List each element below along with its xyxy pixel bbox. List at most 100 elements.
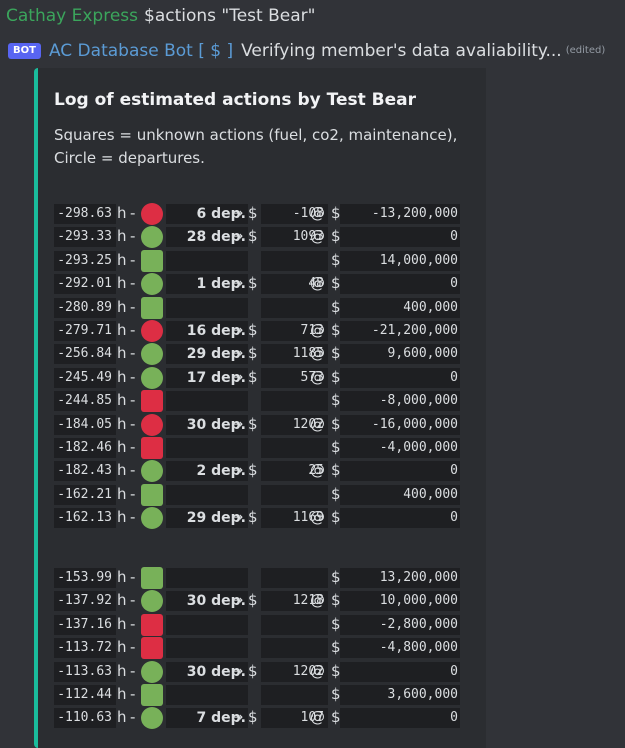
departure-count: [166, 391, 248, 412]
dollar-sign: $: [248, 204, 258, 222]
departure-number: 1: [196, 276, 207, 293]
dollar-sign: $: [248, 661, 258, 680]
dollar-sign: $: [248, 591, 258, 610]
separator-dash: -: [130, 708, 136, 727]
separator-dash: -: [130, 227, 136, 246]
hours-value: -162.21: [54, 484, 116, 505]
green-circle-icon: [141, 273, 163, 296]
at-sign: @: [310, 708, 325, 727]
separator-dash: -: [130, 568, 136, 586]
departure-number: 30: [186, 593, 207, 610]
at-sign: @: [310, 414, 325, 433]
hours-unit: h: [117, 344, 127, 363]
bot-badge: BOT: [8, 43, 41, 59]
separator-dash: -: [130, 414, 136, 433]
amount-value: 10,000,000: [340, 591, 460, 612]
hours-value: -113.72: [54, 638, 116, 659]
departure-number: 30: [186, 663, 207, 680]
departure-number: 2: [196, 463, 207, 480]
price-value: [261, 568, 328, 588]
dollar-sign: $: [248, 344, 258, 363]
separator-dash: -: [130, 367, 136, 386]
dollar-sign: $: [248, 227, 258, 246]
command-line: Cathay Express $actions "Test Bear": [6, 5, 315, 27]
red-square-icon: [141, 436, 163, 459]
at-sign: @: [310, 591, 325, 610]
dollar-sign: $: [248, 508, 258, 527]
hours-value: -110.63: [54, 708, 116, 729]
green-square-icon: [141, 296, 163, 319]
hours-value: -244.85: [54, 391, 116, 412]
amount-value: -2,800,000: [340, 614, 460, 635]
amount-value: 14,000,000: [340, 250, 460, 271]
arrow-icon: →: [233, 206, 244, 220]
embed-card: Log of estimated actions by Test Bear Sq…: [34, 68, 486, 748]
separator-dash: -: [130, 437, 136, 456]
arrow-icon: →: [233, 710, 244, 725]
hours-value: -184.05: [54, 414, 116, 435]
arrow-icon: →: [233, 276, 244, 291]
separator-dash: -: [130, 250, 136, 269]
price-value: [261, 638, 328, 659]
amount-value: -16,000,000: [340, 414, 460, 435]
departure-count: [166, 484, 248, 505]
red-circle-icon: [141, 203, 163, 225]
description-line: Circle = departures.: [54, 149, 205, 167]
hours-value: -298.63: [54, 204, 116, 224]
amount-value: 0: [340, 227, 460, 248]
separator-dash: -: [130, 461, 136, 480]
separator-dash: -: [130, 320, 136, 339]
at-sign: @: [310, 274, 325, 293]
amount-value: 9,600,000: [340, 344, 460, 365]
departure-number: 29: [186, 510, 207, 527]
red-circle-icon: [141, 319, 163, 342]
green-circle-icon: [141, 343, 163, 366]
amount-value: 0: [340, 708, 460, 729]
separator-dash: -: [130, 344, 136, 363]
hours-value: -137.16: [54, 614, 116, 635]
hours-value: -279.71: [54, 320, 116, 341]
separator-dash: -: [130, 614, 136, 633]
hours-unit: h: [117, 568, 127, 586]
hours-value: -292.01: [54, 274, 116, 295]
bot-message-text: Verifying member's data avaliability...: [241, 41, 562, 61]
dollar-sign: $: [248, 367, 258, 386]
bot-username[interactable]: AC Database Bot [ $ ]: [49, 40, 233, 62]
departure-count: [166, 250, 248, 271]
green-circle-icon: [141, 507, 163, 530]
hours-value: -293.33: [54, 227, 116, 248]
at-sign: @: [310, 461, 325, 480]
amount-value: 13,200,000: [340, 568, 460, 588]
separator-dash: -: [130, 684, 136, 703]
hours-unit: h: [117, 484, 127, 503]
red-square-icon: [141, 637, 163, 660]
separator-dash: -: [130, 297, 136, 316]
departure-number: 29: [186, 346, 207, 363]
hours-unit: h: [117, 638, 127, 657]
red-square-icon: [141, 613, 163, 636]
separator-dash: -: [130, 274, 136, 293]
green-square-icon: [141, 567, 163, 589]
hours-unit: h: [117, 227, 127, 246]
separator-dash: -: [130, 508, 136, 527]
departure-number: 28: [186, 229, 207, 246]
amount-value: 0: [340, 274, 460, 295]
username[interactable]: Cathay Express: [6, 6, 138, 26]
green-circle-icon: [141, 590, 163, 613]
separator-dash: -: [130, 638, 136, 657]
embed-title: Log of estimated actions by Test Bear: [54, 90, 416, 110]
hours-value: -153.99: [54, 568, 116, 588]
red-circle-icon: [141, 413, 163, 436]
price-value: [261, 484, 328, 505]
embed-description: Squares = unknown actions (fuel, co2, ma…: [54, 124, 474, 170]
amount-value: -4,000,000: [340, 437, 460, 458]
green-circle-icon: [141, 660, 163, 683]
hours-unit: h: [117, 297, 127, 316]
price-value: [261, 250, 328, 271]
arrow-icon: →: [233, 593, 244, 608]
green-square-icon: [141, 483, 163, 506]
hours-value: -162.13: [54, 508, 116, 529]
arrow-icon: →: [233, 416, 244, 431]
arrow-icon: →: [233, 369, 244, 384]
green-circle-icon: [141, 366, 163, 389]
